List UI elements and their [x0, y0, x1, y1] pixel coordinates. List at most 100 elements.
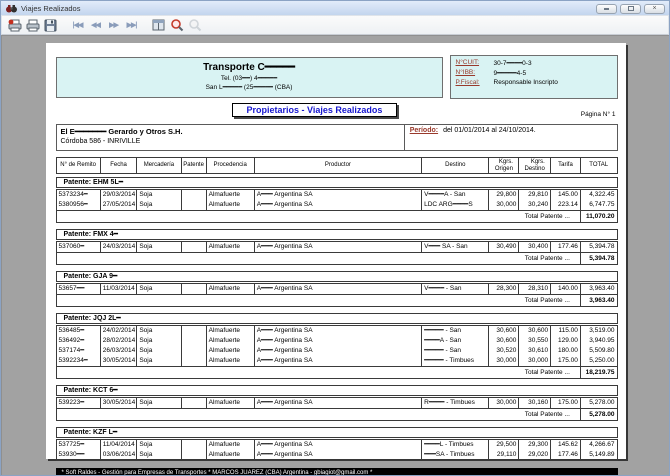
cell: Almafuerte	[207, 326, 255, 336]
cell: Soja	[137, 440, 181, 450]
cell: A━━━ Argentina SA	[255, 440, 422, 450]
cell: 5373234━	[57, 190, 101, 200]
viajes-table: N° de RemitoFechaMercaderíaPatenteProced…	[56, 157, 618, 467]
cell: 115.00	[551, 326, 581, 336]
last-page-button[interactable]: ▶▶|	[123, 17, 140, 34]
cell: Soja	[137, 242, 181, 252]
save-button[interactable]	[42, 17, 59, 34]
group-rows: 539223━30/05/2014SojaAlmafuerteA━━━ Arge…	[56, 397, 618, 409]
cuit-label: N°CUIT:	[456, 59, 494, 67]
first-page-button[interactable]: |◀◀	[69, 17, 86, 34]
next-page-icon: ▶▶	[109, 21, 118, 29]
cell: Almafuerte	[207, 440, 255, 450]
next-page-button[interactable]: ▶▶	[105, 17, 122, 34]
column-header: Destino	[422, 158, 489, 173]
cell: 28/02/2014	[101, 336, 138, 346]
cell: ━━━━━ - San	[422, 346, 489, 356]
cell: 28,310	[519, 284, 551, 294]
cell: 30,610	[519, 346, 551, 356]
cell: R━━━━ - Timbues	[422, 398, 489, 408]
group-total-row: Total Patente ...5,394.78	[56, 253, 618, 265]
cell	[182, 356, 207, 366]
column-header: Kgrs. Origen	[489, 158, 519, 173]
prev-page-icon: ◀◀	[91, 21, 100, 29]
cell: 30,600	[489, 326, 519, 336]
printer-icon	[26, 19, 40, 32]
cell: A━━━ Argentina SA	[255, 356, 422, 366]
page-view-button[interactable]	[150, 17, 167, 34]
cell	[182, 200, 207, 210]
maximize-button[interactable]	[620, 4, 641, 14]
cell: 223.14	[551, 200, 581, 210]
zoom-in-icon	[170, 18, 184, 32]
owner-box: El E━━━━━━━ Gerardo y Otros S.H. Córdoba…	[56, 124, 618, 151]
cell: A━━━ Argentina SA	[255, 284, 422, 294]
cell: Almafuerte	[207, 398, 255, 408]
cell: 5,509.80	[581, 346, 617, 356]
table-groups: Patente: EHM 5L━5373234━29/03/2014SojaAl…	[56, 177, 618, 467]
cell: 537174━	[57, 346, 101, 356]
cell: 177.46	[551, 242, 581, 252]
total-patente-label: Total Patente ...	[57, 409, 581, 420]
table-row: 53657━━11/03/2014SojaAlmafuerteA━━━ Arge…	[57, 284, 617, 294]
binoculars-icon	[6, 4, 17, 13]
minimize-button[interactable]	[596, 4, 617, 14]
table-row: 5373234━29/03/2014SojaAlmafuerteA━━━ Arg…	[57, 190, 617, 200]
table-row: 536485━24/02/2014SojaAlmafuerteA━━━ Arge…	[57, 326, 617, 336]
group-rows: 537725━11/04/2014SojaAlmafuerteA━━━ Arge…	[56, 439, 618, 461]
cell: 3,519.00	[581, 326, 617, 336]
cell: 30,000	[489, 356, 519, 366]
group-rows: 536485━24/02/2014SojaAlmafuerteA━━━ Arge…	[56, 325, 618, 367]
report-header: Transporte C━━━━━ Tel. (03━━) 4━━━━━ San…	[56, 57, 618, 99]
group-total-row: Total Patente ...11,070.20	[56, 211, 618, 223]
period-label: Período:	[410, 127, 438, 134]
cell: 29,810	[519, 190, 551, 200]
cell: 30,520	[489, 346, 519, 356]
zoom-out-icon	[188, 18, 202, 32]
cell: 5,250.00	[581, 356, 617, 366]
cell: Almafuerte	[207, 336, 255, 346]
close-icon: ×	[652, 5, 656, 12]
cell: 145.00	[551, 190, 581, 200]
cell	[182, 336, 207, 346]
cell: Almafuerte	[207, 284, 255, 294]
cell: 30,550	[519, 336, 551, 346]
close-button[interactable]: ×	[644, 4, 665, 14]
report-footer: * Soft Raldes - Gestión para Empresas de…	[56, 468, 618, 475]
cell: 30,490	[489, 242, 519, 252]
app-window: Viajes Realizados ×	[0, 0, 670, 476]
cell: 4,266.67	[581, 440, 617, 450]
cell: 03/06/2014	[101, 450, 138, 460]
cell: Almafuerte	[207, 190, 255, 200]
column-header: N° de Remito	[57, 158, 101, 173]
table-header-row: N° de RemitoFechaMercaderíaPatenteProced…	[56, 157, 618, 174]
print-button[interactable]	[24, 17, 41, 34]
cell: 5,394.78	[581, 242, 617, 252]
cell	[182, 284, 207, 294]
title-bar[interactable]: Viajes Realizados ×	[1, 1, 669, 15]
cell: Almafuerte	[207, 242, 255, 252]
cell: Soja	[137, 284, 181, 294]
page-view-icon	[152, 19, 165, 31]
print-setup-button[interactable]	[6, 17, 23, 34]
first-page-icon: |◀◀	[73, 21, 83, 29]
total-patente-label: Total Patente ...	[57, 367, 581, 378]
zoom-in-button[interactable]	[168, 17, 185, 34]
zoom-out-button[interactable]	[186, 17, 203, 34]
prev-page-button[interactable]: ◀◀	[87, 17, 104, 34]
column-header: Mercadería	[137, 158, 181, 173]
cell	[182, 398, 207, 408]
column-header: Kgrs. Destino	[519, 158, 551, 173]
table-row: 537725━11/04/2014SojaAlmafuerteA━━━ Arge…	[57, 440, 617, 450]
column-header: Patente	[182, 158, 207, 173]
cell: 29,300	[519, 440, 551, 450]
cell: 29,110	[489, 450, 519, 460]
cuit-value: 30-7━━━━0-3	[494, 59, 532, 67]
cell: 29,500	[489, 440, 519, 450]
cell: 5,278.00	[581, 398, 617, 408]
company-address: San L━━━━━ (25━━━━━ (CBA)	[57, 83, 442, 91]
cell: 4,322.45	[581, 190, 617, 200]
patente-group-header: Patente: FMX 4━	[56, 229, 618, 240]
cell: Almafuerte	[207, 200, 255, 210]
total-patente-value: 5,278.00	[581, 409, 617, 420]
